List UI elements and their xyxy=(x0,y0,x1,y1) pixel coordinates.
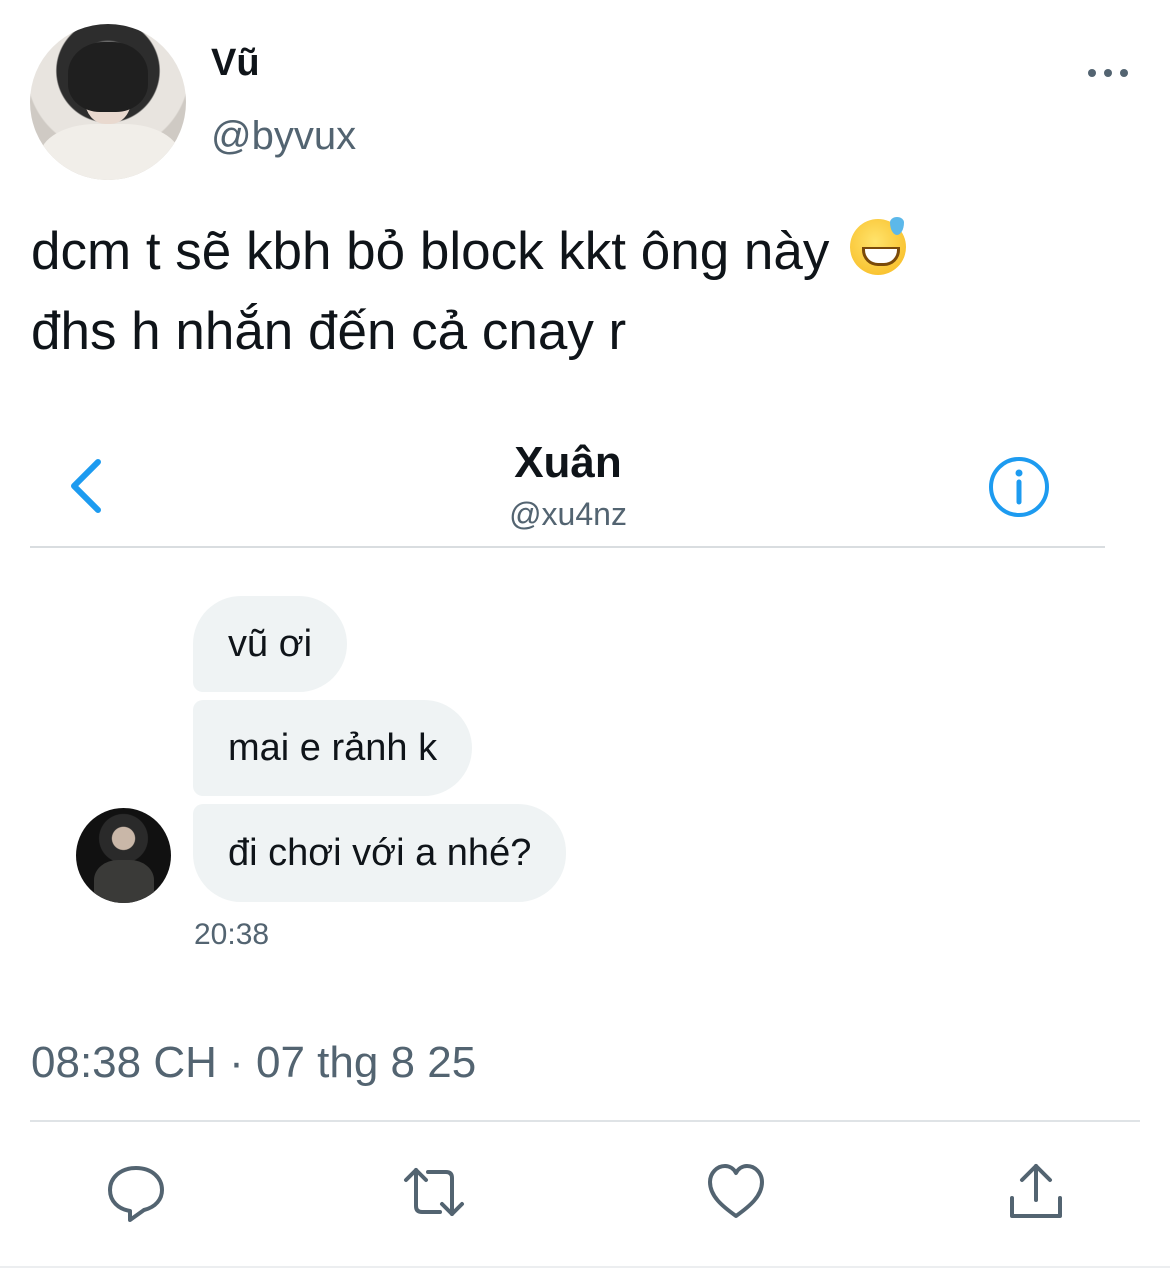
retweet-icon[interactable] xyxy=(402,1160,466,1224)
bottom-divider xyxy=(0,1266,1170,1268)
avatar-hair xyxy=(68,42,148,112)
more-dot xyxy=(1104,69,1112,77)
heart-icon[interactable] xyxy=(704,1160,768,1224)
share-icon[interactable] xyxy=(1004,1160,1068,1224)
dm-contact-name: Xuân xyxy=(514,438,622,487)
dm-header-divider xyxy=(30,546,1105,548)
actions-divider xyxy=(30,1120,1140,1122)
avatar-shirt xyxy=(40,124,180,180)
dm-contact-avatar xyxy=(76,808,171,903)
tweet-text: dcm t sẽ kbh bỏ block kkt ông này đhs h … xyxy=(31,212,1141,372)
grinning-face-with-sweat-icon xyxy=(850,217,907,275)
message-bubble: vũ ơi xyxy=(193,596,348,692)
tweet-text-line1: dcm t sẽ kbh bỏ block kkt ông này xyxy=(31,222,830,281)
dm-message-time: 20:38 xyxy=(194,918,270,951)
reply-icon[interactable] xyxy=(104,1160,168,1224)
tweet-page: Vũ @byvux dcm t sẽ kbh bỏ block kkt ông … xyxy=(0,0,1170,1285)
dm-avatar-suit xyxy=(94,860,154,903)
author-display-name[interactable]: Vũ xyxy=(211,42,260,85)
author-avatar[interactable] xyxy=(30,24,186,180)
more-dot xyxy=(1088,69,1096,77)
tweet-timestamp[interactable]: 08:38 CH · 07 thg 8 25 xyxy=(31,1038,476,1088)
tweet-text-line2: đhs h nhắn đến cả cnay r xyxy=(31,302,627,361)
more-icon[interactable] xyxy=(1088,58,1128,88)
dm-contact-handle: @xu4nz xyxy=(509,496,627,532)
info-icon xyxy=(989,457,1049,517)
message-bubble: mai e rảnh k xyxy=(193,700,473,796)
author-handle[interactable]: @byvux xyxy=(211,114,356,159)
message-bubble: đi chơi với a nhé? xyxy=(193,804,567,902)
more-dot xyxy=(1120,69,1128,77)
